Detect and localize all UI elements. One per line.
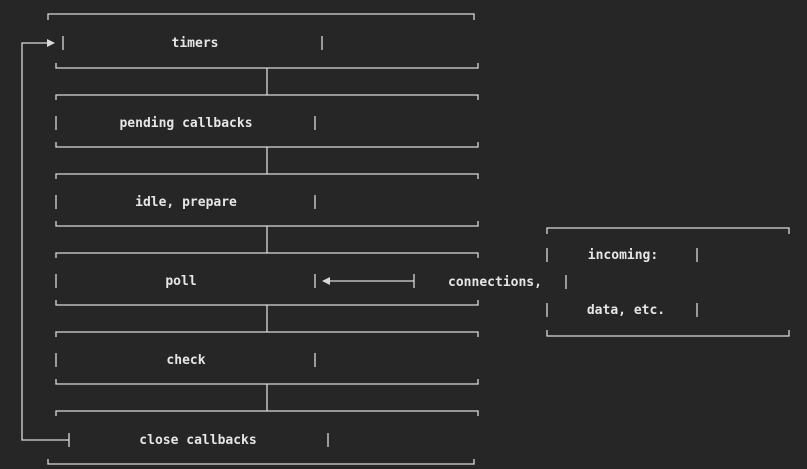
incoming-line-2: connections, bbox=[448, 275, 542, 290]
phase-label-check: check bbox=[166, 353, 205, 368]
incoming-arrow bbox=[322, 274, 415, 288]
phase-box-top-border bbox=[47, 13, 475, 20]
phase-label-close-callbacks: close callbacks bbox=[139, 433, 256, 448]
incoming-line-3: data, etc. bbox=[587, 303, 665, 318]
incoming-box: incoming: connections, data, etc. bbox=[448, 227, 790, 337]
phase-box-top-border bbox=[55, 331, 479, 337]
incoming-arrow-head bbox=[322, 277, 330, 285]
phase-box-pending-callbacks: pending callbacks bbox=[55, 94, 479, 148]
phase-box-poll: poll bbox=[55, 252, 479, 306]
phase-label-pending-callbacks: pending callbacks bbox=[119, 116, 252, 131]
loop-back-arrow-head bbox=[47, 39, 55, 47]
phase-label-timers: timers bbox=[172, 36, 219, 51]
loop-back-arrow bbox=[21, 39, 69, 441]
phase-box-top-border bbox=[55, 252, 479, 258]
phase-box-top-border bbox=[55, 173, 479, 179]
phase-box-bottom-border bbox=[55, 142, 479, 148]
phase-box-top-border bbox=[55, 94, 479, 100]
phase-label-idle-prepare: idle, prepare bbox=[135, 195, 237, 210]
phase-box-bottom-border bbox=[55, 300, 479, 306]
phase-label-poll: poll bbox=[165, 274, 196, 289]
incoming-line-1: incoming: bbox=[588, 248, 658, 263]
phase-box-bottom-border bbox=[55, 63, 479, 69]
phase-box-check: check bbox=[55, 331, 479, 385]
phase-box-idle-prepare: idle, prepare bbox=[55, 173, 479, 227]
loop-back-line bbox=[21, 42, 69, 441]
phase-box-close-callbacks: close callbacks bbox=[47, 410, 479, 465]
phase-box-bottom-border bbox=[47, 459, 475, 465]
event-loop-diagram: timers pending callbacks idle, prepare p… bbox=[21, 13, 790, 465]
incoming-box-top-border bbox=[546, 227, 790, 234]
phase-box-bottom-border bbox=[55, 221, 479, 227]
phase-box-bottom-border bbox=[55, 379, 479, 385]
phase-box-top-border bbox=[55, 410, 479, 416]
phase-box-timers: timers bbox=[47, 13, 479, 69]
incoming-box-bottom-border bbox=[546, 330, 790, 337]
